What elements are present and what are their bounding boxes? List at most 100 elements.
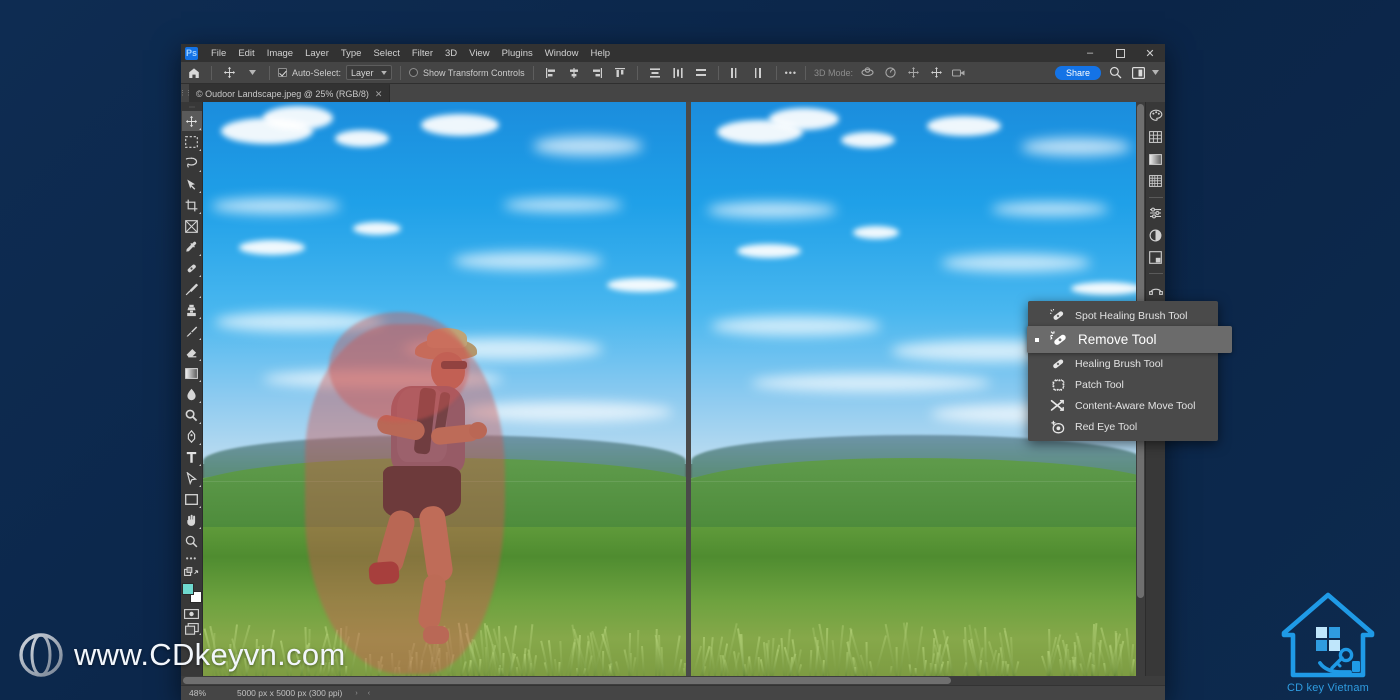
- adjustment-layer-icon[interactable]: [1147, 226, 1165, 244]
- minimize-button[interactable]: –: [1075, 44, 1105, 62]
- patterns-panel-icon[interactable]: [1147, 172, 1165, 190]
- align-right-edges-icon[interactable]: [588, 64, 606, 82]
- crop-tool[interactable]: [182, 195, 202, 215]
- align-left-edges-icon[interactable]: [542, 64, 560, 82]
- hand-tool[interactable]: [182, 510, 202, 530]
- more-tools-button[interactable]: •••: [182, 552, 202, 564]
- flyout-item-remove-tool[interactable]: Remove Tool: [1027, 326, 1232, 353]
- flyout-item-healing-brush-tool[interactable]: Healing Brush Tool: [1028, 353, 1218, 374]
- eyedropper-tool[interactable]: [182, 237, 202, 257]
- grass-texture: [946, 661, 949, 676]
- foreground-color-swatch[interactable]: [182, 583, 194, 595]
- adjustments-panel-icon[interactable]: [1147, 204, 1165, 222]
- home-icon[interactable]: [185, 64, 203, 82]
- menu-item-file[interactable]: File: [205, 46, 232, 61]
- menu-item-3d[interactable]: 3D: [439, 46, 463, 61]
- distribute-vertical-icon[interactable]: [646, 64, 664, 82]
- canvas-pane-original[interactable]: [203, 102, 686, 676]
- panel-grip[interactable]: ⋮⋮: [181, 84, 189, 102]
- swatches-panel-icon[interactable]: [1147, 128, 1165, 146]
- frame-tool[interactable]: [182, 216, 202, 236]
- auto-select-dropdown[interactable]: Layer: [346, 65, 392, 80]
- path-selection-tool[interactable]: [182, 468, 202, 488]
- flyout-item-content-aware-move-tool[interactable]: Content-Aware Move Tool: [1028, 395, 1218, 416]
- edit-toolbar-icon[interactable]: [182, 565, 202, 579]
- quick-mask-icon[interactable]: [182, 607, 202, 621]
- menu-item-layer[interactable]: Layer: [299, 46, 335, 61]
- chevron-down-icon[interactable]: [1152, 70, 1159, 75]
- orbit-3d-icon[interactable]: [858, 64, 876, 82]
- spot-healing-brush-tool[interactable]: [182, 258, 202, 278]
- clone-stamp-tool[interactable]: [182, 300, 202, 320]
- menu-item-edit[interactable]: Edit: [232, 46, 260, 61]
- move-tool[interactable]: [182, 111, 202, 131]
- distribute-top-icon[interactable]: [669, 64, 687, 82]
- auto-select-label: Auto-Select:: [292, 68, 341, 78]
- blur-tool[interactable]: [182, 384, 202, 404]
- type-tool[interactable]: [182, 447, 202, 467]
- menu-item-window[interactable]: Window: [539, 46, 585, 61]
- show-transform-checkbox[interactable]: [409, 68, 418, 77]
- workspace-switcher-icon[interactable]: [1129, 64, 1147, 82]
- brush-tool[interactable]: [182, 279, 202, 299]
- menu-item-view[interactable]: View: [463, 46, 495, 61]
- share-button[interactable]: Share: [1055, 66, 1101, 80]
- menu-item-image[interactable]: Image: [261, 46, 299, 61]
- divider: [718, 66, 719, 80]
- menu-item-help[interactable]: Help: [585, 46, 617, 61]
- menu-item-type[interactable]: Type: [335, 46, 368, 61]
- camera-3d-icon[interactable]: [950, 64, 968, 82]
- distribute-horizontal-icon[interactable]: [727, 64, 745, 82]
- align-horizontal-centers-icon[interactable]: [565, 64, 583, 82]
- roll-3d-icon[interactable]: [881, 64, 899, 82]
- more-options-button[interactable]: •••: [785, 68, 797, 78]
- flyout-item-patch-tool[interactable]: Patch Tool: [1028, 374, 1218, 395]
- history-brush-tool[interactable]: [182, 321, 202, 341]
- zoom-tool[interactable]: [182, 531, 202, 551]
- lasso-tool[interactable]: [182, 153, 202, 173]
- grass-texture: [636, 630, 639, 676]
- gradients-panel-icon[interactable]: [1147, 150, 1165, 168]
- prev-arrow-icon[interactable]: ‹: [363, 690, 375, 697]
- close-icon[interactable]: ✕: [375, 89, 383, 100]
- next-arrow-icon[interactable]: ›: [350, 690, 362, 697]
- paths-panel-icon[interactable]: [1147, 280, 1165, 298]
- grass-texture: [780, 638, 784, 676]
- search-icon[interactable]: [1106, 64, 1124, 82]
- eraser-tool[interactable]: [182, 342, 202, 362]
- spot-healing-brush-icon: [1050, 309, 1066, 323]
- close-button[interactable]: ✕: [1135, 44, 1165, 62]
- color-panel-icon[interactable]: [1147, 106, 1165, 124]
- tools-panel-grip[interactable]: ⋯: [189, 104, 194, 111]
- distribute-spacing-icon[interactable]: [692, 64, 710, 82]
- rectangular-marquee-tool[interactable]: [182, 132, 202, 152]
- pan-3d-icon[interactable]: [904, 64, 922, 82]
- canvas-area[interactable]: [203, 102, 1145, 676]
- document-tab[interactable]: © Oudoor Landscape.jpeg @ 25% (RGB/8) ✕: [189, 84, 390, 102]
- flyout-item-spot-healing-brush-tool[interactable]: Spot Healing Brush Tool: [1028, 305, 1218, 326]
- menu-item-filter[interactable]: Filter: [406, 46, 439, 61]
- restore-button[interactable]: [1105, 44, 1135, 62]
- zoom-level[interactable]: 48%: [181, 686, 229, 700]
- color-swatches[interactable]: [182, 583, 202, 603]
- grass-texture: [865, 642, 867, 676]
- align-top-edges-icon[interactable]: [611, 64, 629, 82]
- gradient-tool[interactable]: [182, 363, 202, 383]
- document-dimensions[interactable]: 5000 px x 5000 px (300 ppi): [229, 686, 350, 700]
- tool-preset-chevron-icon[interactable]: [243, 64, 261, 82]
- horizontal-scroll-thumb[interactable]: [183, 677, 951, 684]
- rectangle-tool[interactable]: [182, 489, 202, 509]
- red-eye-tool-icon: [1050, 420, 1066, 434]
- dodge-tool[interactable]: [182, 405, 202, 425]
- menu-item-plugins[interactable]: Plugins: [496, 46, 539, 61]
- auto-select-checkbox[interactable]: [278, 68, 287, 77]
- flyout-item-red-eye-tool[interactable]: Red Eye Tool: [1028, 416, 1218, 437]
- pen-tool[interactable]: [182, 426, 202, 446]
- object-selection-tool[interactable]: [182, 174, 202, 194]
- menu-item-select[interactable]: Select: [367, 46, 405, 61]
- libraries-panel-icon[interactable]: [1147, 248, 1165, 266]
- slide-3d-icon[interactable]: [927, 64, 945, 82]
- move-tool-icon[interactable]: [220, 64, 238, 82]
- healing-tools-flyout-menu[interactable]: Spot Healing Brush Tool Remove Tool Heal…: [1028, 301, 1218, 441]
- distribute-vertical-centers-icon[interactable]: [750, 64, 768, 82]
